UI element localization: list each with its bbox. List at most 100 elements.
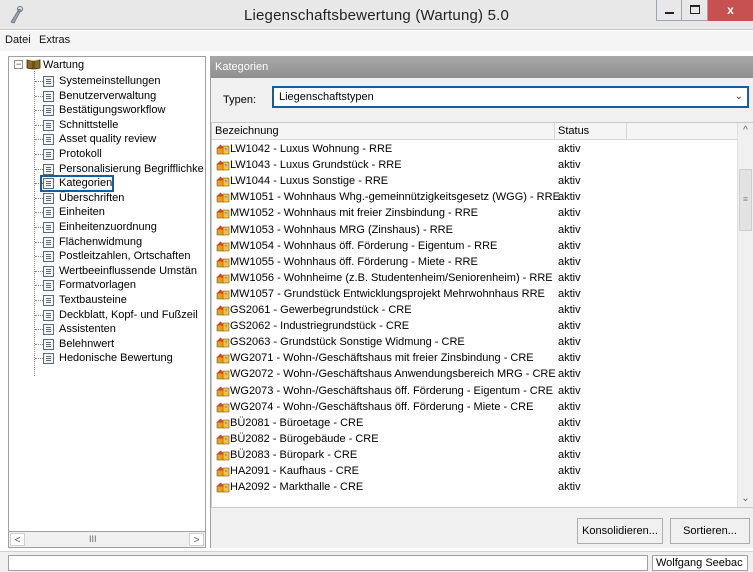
tree-item[interactable]: Flächenwidmung (59, 235, 142, 249)
column-header-status[interactable]: Status (555, 123, 627, 140)
tree-item[interactable]: Asset quality review (59, 132, 156, 146)
cell-status: aktiv (558, 240, 581, 252)
tree-item[interactable]: Belehnwert (59, 337, 114, 351)
cell-bezeichnung: LW1044 - Luxus Sonstige - RRE (230, 175, 389, 187)
document-icon (43, 76, 54, 87)
close-icon: x (727, 3, 734, 17)
scroll-right-icon[interactable]: > (189, 533, 204, 546)
table-row[interactable]: MW1053 - Wohnhaus MRG (Zinshaus) - RRE ak… (212, 222, 739, 238)
tree-item[interactable]: Überschriften (59, 191, 124, 205)
table-row[interactable]: LW1043 - Luxus Grundstück - RRE aktiv (212, 157, 739, 173)
cell-status: aktiv (558, 385, 581, 397)
table-row[interactable]: GS2063 - Grundstück Sonstige Widmung - C… (212, 334, 739, 350)
tree-item[interactable]: Postleitzahlen, Ortschaften (59, 249, 190, 263)
tree-connector (35, 125, 43, 126)
table-vertical-scrollbar[interactable]: ^ ≡ ⌄ (737, 123, 753, 507)
scroll-up-icon[interactable]: ^ (738, 123, 753, 139)
table-row[interactable]: MW1051 - Wohnhaus Whg.-gemeinnützigkeits… (212, 189, 739, 205)
scroll-thumb[interactable]: III (89, 534, 97, 544)
document-icon (43, 91, 54, 102)
tree-item[interactable]: Textbausteine (59, 293, 127, 307)
collapse-toggle[interactable]: − (14, 60, 23, 69)
table-row[interactable]: HA2092 - Markthalle - CRE aktiv (212, 479, 739, 495)
scroll-left-icon[interactable]: < (10, 533, 25, 546)
table-row[interactable]: LW1044 - Luxus Sonstige - RRE aktiv (212, 173, 739, 189)
tree-item[interactable]: Einheiten (59, 205, 105, 219)
category-icon (216, 144, 230, 155)
document-icon (43, 295, 54, 306)
document-icon (43, 193, 54, 204)
tree-item[interactable]: Einheitenzuordnung (59, 220, 157, 234)
category-table[interactable]: Bezeichnung Status LW1042 - Luxus Wohnun… (211, 122, 753, 508)
table-row[interactable]: MW1056 - Wohnheime (z.B. Studentenheim/S… (212, 270, 739, 286)
close-button[interactable]: x (708, 0, 753, 21)
table-row[interactable]: MW1055 - Wohnhaus öff. Förderung - Miete… (212, 254, 739, 270)
tree-item[interactable]: Bestätigungsworkflow (59, 103, 165, 117)
table-row[interactable]: MW1052 - Wohnhaus mit freier Zinsbindung… (212, 205, 739, 221)
tree-root-label[interactable]: Wartung (43, 58, 84, 72)
category-icon (216, 402, 230, 413)
scroll-thumb[interactable]: ≡ (739, 169, 752, 231)
cell-status: aktiv (558, 256, 581, 268)
tree-item[interactable]: Benutzerverwaltung (59, 89, 156, 103)
table-row[interactable]: BÜ2082 - Bürogebäude - CRE aktiv (212, 431, 739, 447)
cell-bezeichnung: GS2062 - Industriegrundstück - CRE (230, 320, 410, 332)
tree-connector (35, 227, 43, 228)
document-icon (43, 164, 54, 175)
cell-bezeichnung: BÜ2081 - Büroetage - CRE (230, 417, 364, 429)
konsolidieren-button[interactable]: Konsolidieren... (577, 518, 663, 544)
table-row[interactable]: HA2091 - Kaufhaus - CRE aktiv (212, 463, 739, 479)
tree-horizontal-scrollbar[interactable]: < III > (8, 531, 206, 548)
book-icon (26, 59, 41, 70)
tree-connector (35, 271, 43, 272)
document-icon (43, 207, 54, 218)
table-row[interactable]: WG2073 - Wohn-/Geschäftshaus öff. Förder… (212, 383, 739, 399)
typen-dropdown[interactable]: Liegenschaftstypen ⌄ (272, 86, 749, 108)
tree-item[interactable]: Assistenten (59, 322, 116, 336)
tree-item[interactable]: Deckblatt, Kopf- und Fußzeil (59, 308, 198, 322)
table-row[interactable]: BÜ2083 - Büropark - CRE aktiv (212, 447, 739, 463)
navigation-tree[interactable]: − Wartung Systemeinstellungen Benutzerver… (8, 56, 206, 548)
cell-bezeichnung: MW1051 - Wohnhaus Whg.-gemeinnützigkeits… (230, 191, 560, 203)
scroll-down-icon[interactable]: ⌄ (738, 491, 753, 507)
cell-bezeichnung: MW1054 - Wohnhaus öff. Förderung - Eigen… (230, 240, 498, 252)
minimize-button[interactable] (656, 0, 682, 21)
table-row[interactable]: WG2071 - Wohn-/Geschäftshaus mit freier … (212, 350, 739, 366)
tree-item[interactable]: Wertbeeinflussende Umstän (59, 264, 197, 278)
tree-item[interactable]: Formatvorlagen (59, 278, 136, 292)
cell-status: aktiv (558, 417, 581, 429)
table-row[interactable]: MW1054 - Wohnhaus öff. Förderung - Eigen… (212, 238, 739, 254)
category-icon (216, 160, 230, 171)
document-icon (43, 237, 54, 248)
sortieren-button[interactable]: Sortieren... (670, 518, 750, 544)
table-row[interactable]: LW1042 - Luxus Wohnung - RRE aktiv (212, 141, 739, 157)
tree-item[interactable]: Hedonische Bewertung (59, 351, 173, 365)
menu-datei[interactable]: Datei (5, 34, 31, 46)
table-row[interactable]: MW1057 - Grundstück Entwicklungsprojekt … (212, 286, 739, 302)
table-row[interactable]: WG2074 - Wohn-/Geschäftshaus öff. Förder… (212, 399, 739, 415)
table-row[interactable]: GS2062 - Industriegrundstück - CRE aktiv (212, 318, 739, 334)
tree-item[interactable]: Protokoll (59, 147, 102, 161)
table-row[interactable]: WG2072 - Wohn-/Geschäftshaus Anwendungsb… (212, 366, 739, 382)
tree-item[interactable]: Schnittstelle (59, 118, 118, 132)
column-header-bezeichnung[interactable]: Bezeichnung (212, 123, 555, 140)
chevron-down-icon: ⌄ (734, 91, 743, 102)
cell-bezeichnung: HA2091 - Kaufhaus - CRE (230, 465, 360, 477)
menu-bar: Datei Extras (0, 31, 753, 51)
category-icon (216, 289, 230, 300)
tree-item[interactable]: Systemeinstellungen (59, 74, 161, 88)
document-icon (43, 310, 54, 321)
table-row[interactable]: BÜ2081 - Büroetage - CRE aktiv (212, 415, 739, 431)
cell-status: aktiv (558, 320, 581, 332)
tree-connector (35, 81, 43, 82)
cell-status: aktiv (558, 368, 581, 380)
tree-connector (35, 110, 43, 111)
cell-status: aktiv (558, 191, 581, 203)
maximize-button[interactable] (682, 0, 708, 21)
table-row[interactable]: GS2061 - Gewerbegrundstück - CRE aktiv (212, 302, 739, 318)
category-icon (216, 418, 230, 429)
menu-extras[interactable]: Extras (39, 34, 70, 46)
cell-bezeichnung: HA2092 - Markthalle - CRE (230, 481, 364, 493)
cell-status: aktiv (558, 288, 581, 300)
tree-item[interactable]: Personalisierung Begrifflichke (59, 162, 204, 176)
